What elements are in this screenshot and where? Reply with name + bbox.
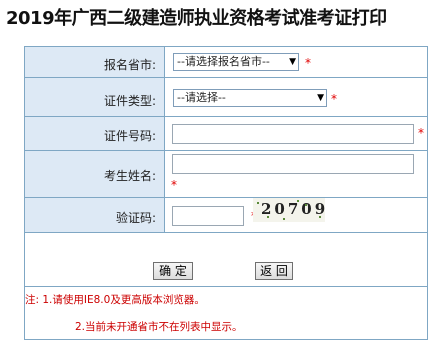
divider [25,286,427,287]
captcha-label-cell: 验证码: [25,198,165,232]
note-browser: 注: 1.请使用IE8.0及更高版本浏览器。 [25,294,205,306]
required-mark: * [418,126,424,140]
idtype-select[interactable]: --请选择-- ▼ [173,89,327,107]
name-label-cell: 考生姓名: [25,151,165,197]
page-title: 2019年广西二级建造师执业资格考试准考证打印 [6,8,387,29]
idtype-value-cell: --请选择-- ▼ * [165,78,427,116]
name-label: 考生姓名: [103,169,156,183]
idtype-row: 证件类型: --请选择-- ▼ * [25,78,427,117]
actions-row: 确 定 返 回 注: 1.请使用IE8.0及更高版本浏览器。 2.当前未开通省市… [25,233,427,339]
idnumber-input[interactable] [172,124,414,144]
idnumber-label: 证件号码: [103,129,156,143]
captcha-text: 20709 [261,200,325,218]
captcha-label: 验证码: [115,211,156,225]
province-value-cell: --请选择报名省市-- ▼ * [165,47,427,77]
idnumber-value-cell: * [165,117,427,150]
captcha-row: 验证码: * [25,198,427,233]
name-row: 考生姓名: * [25,151,427,198]
back-button[interactable]: 返 回 [255,262,293,280]
confirm-button[interactable]: 确 定 [153,262,193,280]
chevron-down-icon: ▼ [317,93,324,103]
idtype-select-value: --请选择-- [177,91,226,104]
idtype-label-cell: 证件类型: [25,78,165,116]
province-label: 报名省市: [103,58,156,72]
name-input[interactable] [172,154,414,174]
name-value-cell: * [165,151,427,197]
captcha-input[interactable] [172,206,244,226]
province-select-value: --请选择报名省市-- [177,55,270,68]
province-label-cell: 报名省市: [25,47,165,77]
required-mark: * [331,92,337,106]
required-mark: * [171,178,177,192]
exam-ticket-form: 报名省市: --请选择报名省市-- ▼ * 证件类型: --请选择-- ▼ * … [24,46,428,340]
idnumber-row: 证件号码: * [25,117,427,151]
note-province: 2.当前未开通省市不在列表中显示。 [75,321,243,333]
required-mark: * [305,56,311,70]
chevron-down-icon: ▼ [289,57,296,67]
idnumber-label-cell: 证件号码: [25,117,165,150]
province-row: 报名省市: --请选择报名省市-- ▼ * [25,47,427,78]
idtype-label: 证件类型: [103,94,156,108]
province-select[interactable]: --请选择报名省市-- ▼ [173,53,299,71]
captcha-image[interactable]: 20709 [253,198,325,222]
